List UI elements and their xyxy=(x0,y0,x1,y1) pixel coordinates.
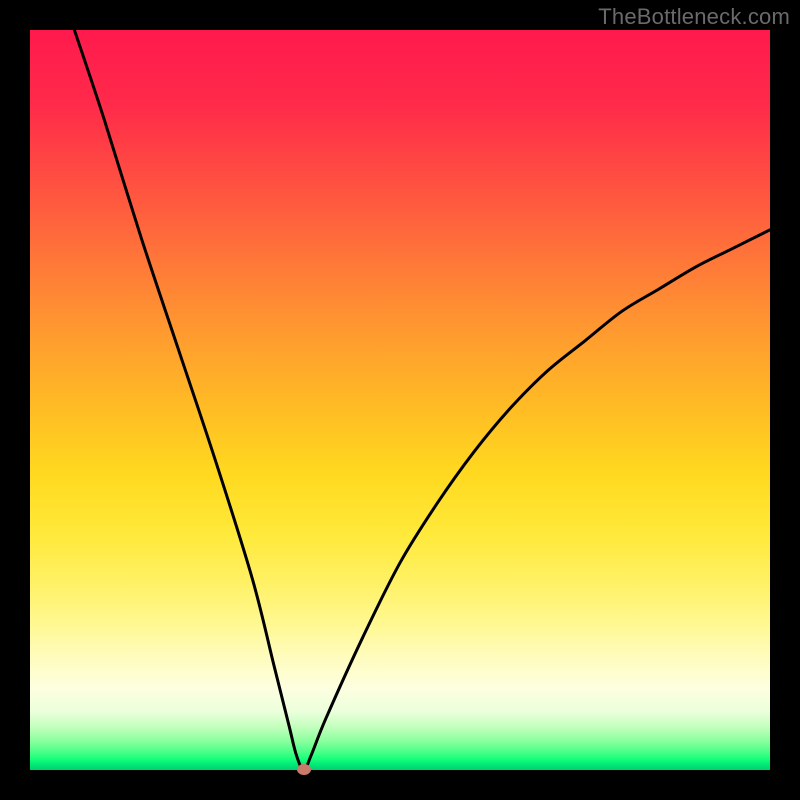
watermark-text: TheBottleneck.com xyxy=(598,4,790,30)
plot-area xyxy=(30,30,770,770)
optimal-point-marker xyxy=(297,764,311,775)
bottleneck-curve xyxy=(30,30,770,770)
chart-frame: TheBottleneck.com xyxy=(0,0,800,800)
